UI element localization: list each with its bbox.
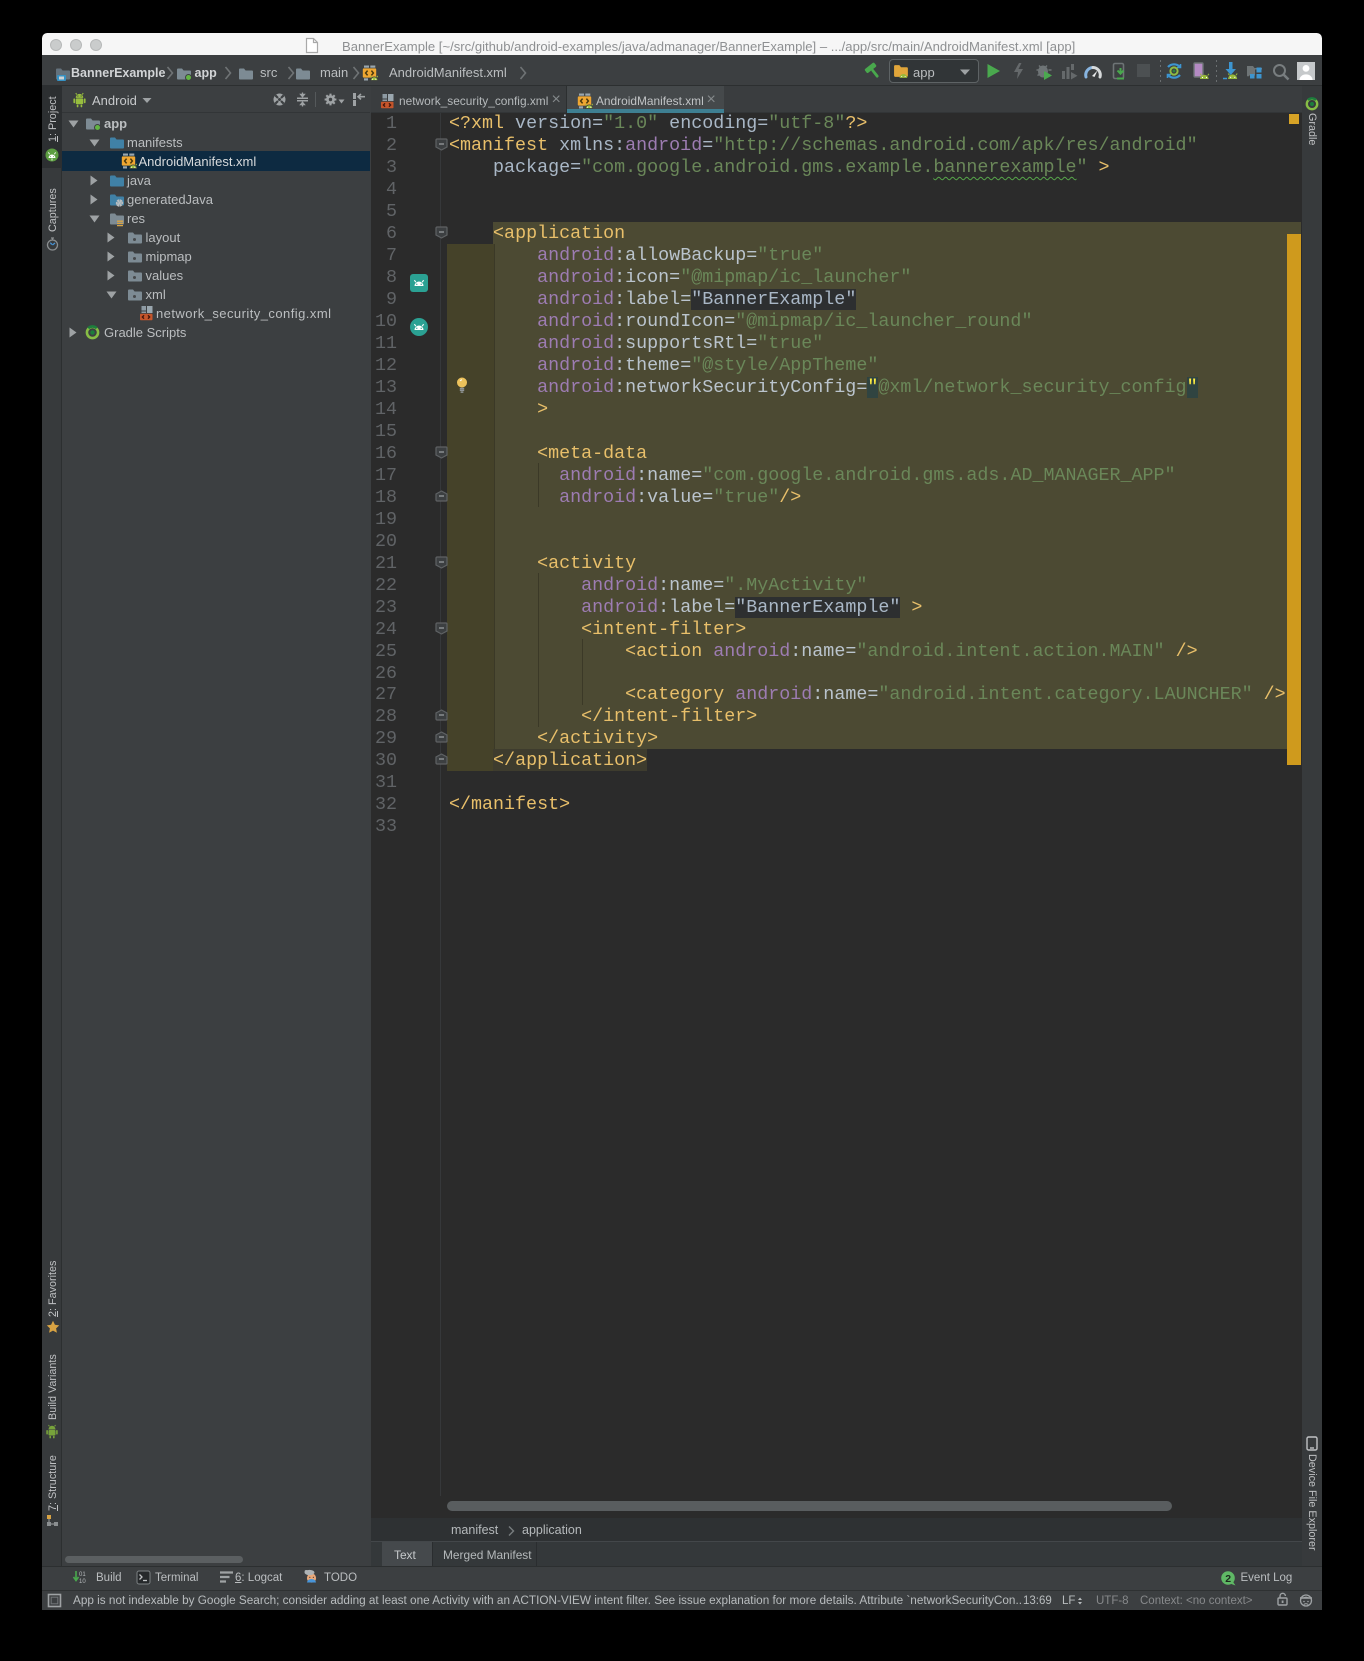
svg-text:01: 01 bbox=[79, 1572, 86, 1578]
svg-text:10: 10 bbox=[79, 1579, 86, 1585]
svg-text:2: 2 bbox=[1225, 1573, 1231, 1585]
